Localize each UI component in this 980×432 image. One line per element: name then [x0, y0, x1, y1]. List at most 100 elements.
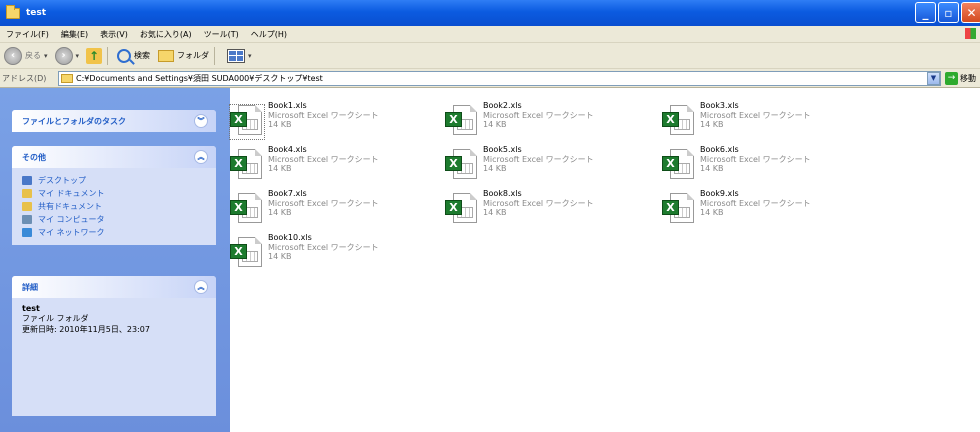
- file-item[interactable]: X Book7.xls Microsoft Excel ワークシート 14 KB: [230, 189, 440, 231]
- place-label: 共有ドキュメント: [38, 202, 102, 211]
- window-controls: _ ▫ ✕: [915, 2, 980, 23]
- place-icon: [22, 215, 32, 224]
- file-size: 14 KB: [268, 164, 292, 173]
- file-item[interactable]: X Book5.xls Microsoft Excel ワークシート 14 KB: [445, 145, 655, 187]
- file-name: Book8.xls: [483, 189, 522, 198]
- menu-favorites[interactable]: お気に入り(A): [134, 29, 198, 40]
- file-item[interactable]: X Book1.xls Microsoft Excel ワークシート 14 KB: [229, 101, 440, 143]
- other-places-header[interactable]: その他 ︽: [12, 146, 216, 168]
- folders-button[interactable]: フォルダ: [158, 49, 210, 62]
- go-arrow-icon: →: [945, 71, 958, 85]
- file-name: Book3.xls: [700, 101, 739, 110]
- place-label: デスクトップ: [38, 176, 86, 185]
- chevron-down-icon: ▾: [75, 51, 80, 60]
- views-icon: [227, 48, 246, 63]
- file-item[interactable]: X Book9.xls Microsoft Excel ワークシート 14 KB: [662, 189, 872, 231]
- chevron-down-icon[interactable]: ︾: [194, 114, 208, 128]
- toolbar: ‹ 戻る ▾ › ▾ ↑ 検索 フォルダ ▾: [0, 43, 980, 69]
- close-button[interactable]: ✕: [961, 2, 980, 23]
- back-arrow-icon: ‹: [4, 46, 22, 65]
- chevron-up-icon[interactable]: ︽: [194, 280, 208, 294]
- search-icon: [117, 48, 132, 63]
- file-item[interactable]: X Book3.xls Microsoft Excel ワークシート 14 KB: [662, 101, 872, 143]
- excel-file-icon: X: [445, 193, 479, 227]
- chevron-down-icon[interactable]: ▼: [927, 71, 940, 85]
- file-size: 14 KB: [268, 120, 292, 129]
- file-type: Microsoft Excel ワークシート: [700, 198, 811, 208]
- file-type: Microsoft Excel ワークシート: [268, 242, 379, 252]
- file-item[interactable]: X Book8.xls Microsoft Excel ワークシート 14 KB: [445, 189, 655, 231]
- excel-file-icon: X: [445, 149, 479, 183]
- details-header[interactable]: 詳細 ︽: [12, 276, 216, 298]
- maximize-button[interactable]: ▫: [938, 2, 959, 23]
- place-icon: [22, 228, 32, 237]
- file-size: 14 KB: [483, 208, 507, 217]
- file-type: Microsoft Excel ワークシート: [268, 154, 379, 164]
- chevron-down-icon: ▾: [248, 51, 252, 60]
- back-button[interactable]: ‹ 戻る ▾: [4, 46, 51, 65]
- views-button[interactable]: ▾: [224, 48, 255, 63]
- toolbar-separator: [107, 46, 109, 65]
- place-item[interactable]: マイ ネットワーク: [22, 226, 206, 239]
- place-item[interactable]: 共有ドキュメント: [22, 200, 206, 213]
- folder-up-icon: ↑: [86, 47, 103, 64]
- place-item[interactable]: マイ コンピュータ: [22, 213, 206, 226]
- address-label: アドレス(D): [2, 73, 47, 83]
- place-icon: [22, 176, 32, 185]
- file-type: Microsoft Excel ワークシート: [700, 110, 811, 120]
- details-name: test: [22, 304, 40, 313]
- back-label: 戻る: [25, 51, 41, 60]
- excel-file-icon: X: [445, 105, 479, 139]
- forward-button[interactable]: › ▾: [54, 46, 83, 65]
- file-size: 14 KB: [700, 208, 724, 217]
- place-item[interactable]: デスクトップ: [22, 174, 206, 187]
- file-size: 14 KB: [483, 120, 507, 129]
- file-type: Microsoft Excel ワークシート: [268, 110, 379, 120]
- file-size: 14 KB: [700, 120, 724, 129]
- menu-tools[interactable]: ツール(T): [198, 29, 245, 40]
- file-item[interactable]: X Book2.xls Microsoft Excel ワークシート 14 KB: [445, 101, 655, 143]
- file-name: Book2.xls: [483, 101, 522, 110]
- folder-icon: [6, 4, 20, 19]
- menu-file[interactable]: ファイル(F): [0, 29, 55, 40]
- file-tasks-panel: ファイルとフォルダのタスク ︾: [12, 110, 216, 132]
- file-name: Book9.xls: [700, 189, 739, 198]
- task-pane: ファイルとフォルダのタスク ︾ その他 ︽ デスクトップマイ ドキュメント共有ド…: [0, 88, 230, 432]
- excel-file-icon: X: [662, 193, 696, 227]
- minimize-button[interactable]: _: [915, 2, 936, 23]
- menu-edit[interactable]: 編集(E): [55, 29, 94, 40]
- window-title: test: [26, 8, 47, 18]
- go-button[interactable]: → 移動: [945, 71, 976, 85]
- file-name: Book10.xls: [268, 233, 312, 242]
- place-item[interactable]: マイ ドキュメント: [22, 187, 206, 200]
- file-tasks-title: ファイルとフォルダのタスク: [22, 116, 126, 126]
- menu-help[interactable]: ヘルプ(H): [245, 29, 293, 40]
- chevron-up-icon[interactable]: ︽: [194, 150, 208, 164]
- folders-label: フォルダ: [177, 51, 210, 60]
- title-bar[interactable]: test _ ▫ ✕: [0, 0, 980, 26]
- excel-file-icon: X: [230, 149, 264, 183]
- search-label: 検索: [134, 51, 151, 60]
- file-type: Microsoft Excel ワークシート: [483, 198, 594, 208]
- file-item[interactable]: X Book6.xls Microsoft Excel ワークシート 14 KB: [662, 145, 872, 187]
- file-item[interactable]: X Book4.xls Microsoft Excel ワークシート 14 KB: [230, 145, 440, 187]
- details-modified: 更新日時: 2010年11月5日、23:07: [22, 325, 150, 334]
- up-button[interactable]: ↑: [86, 47, 103, 64]
- details-panel: 詳細 ︽ test ファイル フォルダ 更新日時: 2010年11月5日、23:…: [12, 276, 216, 416]
- file-size: 14 KB: [483, 164, 507, 173]
- file-type: Microsoft Excel ワークシート: [483, 154, 594, 164]
- folder-icon: [158, 49, 175, 62]
- go-label: 移動: [960, 73, 976, 83]
- search-button[interactable]: 検索: [117, 48, 151, 63]
- menu-view[interactable]: 表示(V): [94, 29, 134, 40]
- place-icon: [22, 202, 32, 211]
- file-tasks-header[interactable]: ファイルとフォルダのタスク ︾: [12, 110, 216, 132]
- file-name: Book7.xls: [268, 189, 307, 198]
- file-item[interactable]: X Book10.xls Microsoft Excel ワークシート 14 KB: [230, 233, 440, 275]
- chevron-down-icon: ▾: [44, 51, 48, 60]
- file-name: Book1.xls: [268, 101, 307, 110]
- menu-bar: ファイル(F) 編集(E) 表示(V) お気に入り(A) ツール(T) ヘルプ(…: [0, 26, 980, 43]
- file-list: X Book1.xls Microsoft Excel ワークシート 14 KB X Bo…: [229, 88, 980, 432]
- excel-file-icon: X: [230, 193, 264, 227]
- address-field[interactable]: C:¥Documents and Settings¥須田 SUDA000¥デスク…: [58, 70, 941, 86]
